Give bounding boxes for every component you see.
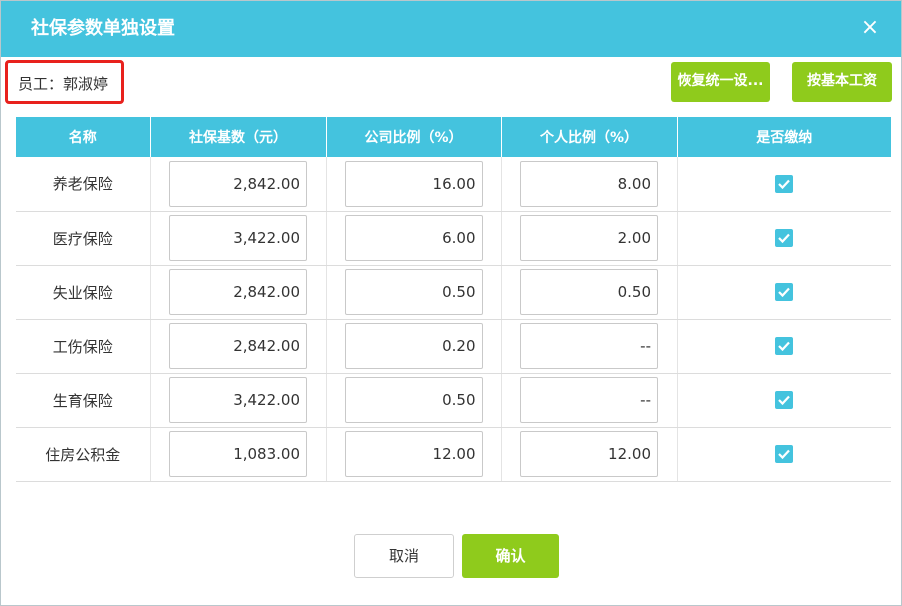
paid-checkbox[interactable] [775, 337, 794, 356]
checkmark-icon [778, 396, 791, 406]
company-ratio-input[interactable]: 0.50 [344, 269, 483, 315]
company-cell: 16.00 [326, 157, 502, 212]
close-icon[interactable]: × [857, 15, 883, 41]
employee-highlight: 员工：郭淑婷 [5, 60, 124, 104]
base-cell: 2,842.00 [150, 265, 327, 320]
company-cell: 0.50 [326, 373, 502, 428]
confirm-button[interactable]: 确认 [462, 534, 559, 578]
header-name: 名称 [16, 117, 151, 157]
header-personal-ratio: 个人比例（%） [501, 117, 678, 157]
company-cell: 6.00 [326, 211, 502, 266]
insurance-table: 名称 社保基数（元） 公司比例（%） 个人比例（%） 是否缴纳 养老保险 2,8… [16, 117, 891, 482]
row-name: 失业保险 [16, 265, 151, 320]
personal-ratio-input[interactable]: -- [520, 323, 658, 369]
paid-cell [677, 211, 891, 266]
header-base: 社保基数（元） [150, 117, 327, 157]
checkmark-icon [778, 179, 791, 190]
cancel-button[interactable]: 取消 [354, 534, 454, 578]
table-row: 医疗保险 3,422.00 6.00 2.00 [16, 211, 891, 266]
company-ratio-input[interactable]: 0.50 [344, 377, 483, 423]
table-header-row: 名称 社保基数（元） 公司比例（%） 个人比例（%） 是否缴纳 [16, 117, 891, 157]
base-input[interactable]: 1,083.00 [169, 431, 307, 477]
personal-cell: 8.00 [501, 157, 678, 212]
paid-checkbox[interactable] [775, 229, 794, 248]
personal-ratio-input[interactable]: -- [520, 377, 658, 423]
paid-checkbox[interactable] [775, 391, 794, 410]
base-cell: 2,842.00 [150, 319, 327, 374]
header-paid: 是否缴纳 [677, 117, 891, 157]
personal-ratio-input[interactable]: 0.50 [520, 269, 658, 315]
base-salary-button[interactable]: 按基本工资 [792, 62, 892, 102]
checkmark-icon [778, 342, 791, 352]
paid-cell [677, 265, 891, 320]
base-input[interactable]: 2,842.00 [169, 269, 307, 315]
table-row: 工伤保险 2,842.00 0.20 -- [16, 319, 891, 374]
settings-dialog: 社保参数单独设置 × 员工：郭淑婷 恢复统一设... 按基本工资 名称 社保基数… [0, 0, 902, 606]
base-cell: 2,842.00 [150, 157, 327, 212]
row-name: 住房公积金 [16, 427, 151, 482]
personal-cell: 12.00 [501, 427, 678, 482]
personal-cell: 2.00 [501, 211, 678, 266]
paid-cell [677, 319, 891, 374]
paid-checkbox[interactable] [775, 445, 794, 464]
personal-ratio-input[interactable]: 2.00 [520, 215, 658, 261]
table-row: 养老保险 2,842.00 16.00 8.00 [16, 157, 891, 212]
base-cell: 3,422.00 [150, 211, 327, 266]
header-company-ratio: 公司比例（%） [326, 117, 502, 157]
dialog-title: 社保参数单独设置 [31, 18, 175, 39]
company-cell: 0.20 [326, 319, 502, 374]
row-name: 生育保险 [16, 373, 151, 428]
paid-checkbox[interactable] [775, 283, 794, 302]
company-ratio-input[interactable]: 12.00 [344, 431, 483, 477]
employee-label: 员工：郭淑婷 [18, 75, 109, 93]
base-input[interactable]: 3,422.00 [169, 215, 307, 261]
base-input[interactable]: 2,842.00 [169, 160, 307, 207]
table-row: 失业保险 2,842.00 0.50 0.50 [16, 265, 891, 320]
personal-cell: -- [501, 319, 678, 374]
company-cell: 12.00 [326, 427, 502, 482]
personal-cell: -- [501, 373, 678, 428]
row-name: 养老保险 [16, 157, 151, 212]
paid-cell [677, 373, 891, 428]
restore-unified-settings-button[interactable]: 恢复统一设... [671, 62, 770, 102]
base-cell: 1,083.00 [150, 427, 327, 482]
checkmark-icon [778, 234, 791, 244]
personal-cell: 0.50 [501, 265, 678, 320]
checkmark-icon [778, 288, 791, 298]
row-name: 工伤保险 [16, 319, 151, 374]
personal-ratio-input[interactable]: 8.00 [520, 160, 658, 207]
table-row: 住房公积金 1,083.00 12.00 12.00 [16, 427, 891, 482]
base-input[interactable]: 3,422.00 [169, 377, 307, 423]
company-ratio-input[interactable]: 6.00 [344, 215, 483, 261]
company-ratio-input[interactable]: 0.20 [344, 323, 483, 369]
dialog-titlebar: 社保参数单独设置 × [1, 1, 901, 57]
base-input[interactable]: 2,842.00 [169, 323, 307, 369]
table-row: 生育保险 3,422.00 0.50 -- [16, 373, 891, 428]
company-ratio-input[interactable]: 16.00 [344, 160, 483, 207]
base-cell: 3,422.00 [150, 373, 327, 428]
personal-ratio-input[interactable]: 12.00 [520, 431, 658, 477]
paid-cell [677, 427, 891, 482]
checkmark-icon [778, 450, 791, 460]
row-name: 医疗保险 [16, 211, 151, 266]
paid-cell [677, 157, 891, 212]
paid-checkbox[interactable] [775, 175, 794, 193]
company-cell: 0.50 [326, 265, 502, 320]
